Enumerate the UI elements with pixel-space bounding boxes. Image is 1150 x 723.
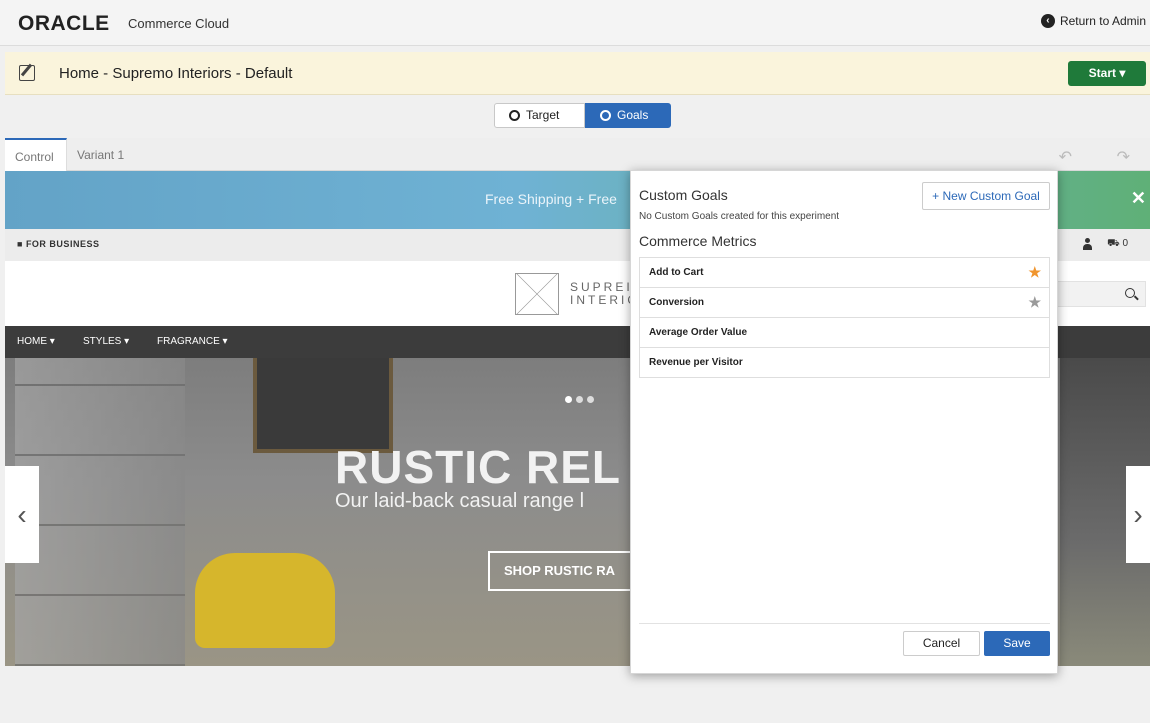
top-bar: ORACLE Commerce Cloud ‹ Return to Admin	[0, 0, 1150, 46]
product-name: Commerce Cloud	[128, 16, 230, 31]
save-button[interactable]: Save	[984, 631, 1050, 656]
search-icon[interactable]	[1125, 288, 1135, 298]
custom-goals-empty-text: No Custom Goals created for this experim…	[639, 211, 840, 222]
star-icon[interactable]: ★	[1028, 288, 1041, 317]
hero-chair-image	[195, 553, 335, 648]
new-custom-goal-button[interactable]: + New Custom Goal	[922, 182, 1050, 210]
mode-toggle: Target Goals	[494, 103, 671, 128]
return-label: Return to Admin	[1059, 14, 1146, 28]
nav-styles[interactable]: STYLES ▾	[83, 336, 129, 347]
carousel-next-icon[interactable]: ›	[1126, 466, 1150, 563]
metric-label: Conversion	[649, 297, 705, 308]
experiment-title: Home - Supremo Interiors - Default	[59, 65, 293, 82]
tab-control[interactable]: Control	[5, 138, 67, 171]
goals-label: Goals	[617, 108, 649, 122]
cart-icon: ⛟	[1107, 238, 1120, 249]
site-logo-line-2: INTERIC	[570, 293, 639, 307]
carousel-dot[interactable]	[565, 396, 572, 403]
experiment-bar: Home - Supremo Interiors - Default Start…	[5, 52, 1150, 95]
user-icon[interactable]	[1083, 238, 1092, 250]
hero-subtitle: Our laid-back casual range l	[335, 490, 585, 512]
custom-goals-title: Custom Goals	[639, 187, 728, 203]
page: ORACLE Commerce Cloud ‹ Return to Admin …	[0, 0, 1150, 723]
metric-add-to-cart[interactable]: Add to Cart ★	[639, 257, 1050, 288]
cart-link[interactable]: ⛟ 0	[1107, 238, 1128, 251]
carousel-dot[interactable]	[576, 396, 583, 403]
metric-label: Average Order Value	[649, 327, 748, 338]
metric-average-order-value[interactable]: Average Order Value	[639, 317, 1050, 348]
carousel-prev-icon[interactable]: ‹	[5, 466, 39, 563]
redo-icon[interactable]: ↷	[1117, 147, 1130, 167]
nav-home[interactable]: HOME ▾	[17, 336, 55, 347]
metric-label: Revenue per Visitor	[649, 357, 743, 368]
business-label: FOR BUSINESS	[25, 239, 100, 249]
back-arrow-icon: ‹	[1040, 14, 1055, 28]
star-icon[interactable]: ★	[1028, 258, 1041, 287]
variant-tabs: Control Variant 1 ↶ ↷	[5, 138, 1150, 171]
promo-text: Free Shipping + Free	[485, 191, 617, 207]
commerce-metrics-title: Commerce Metrics	[639, 233, 757, 249]
site-search-input[interactable]	[1054, 281, 1146, 307]
hero-chalkboard-image	[253, 358, 393, 453]
hero-shelf-image	[15, 358, 185, 666]
site-logo-icon	[515, 273, 559, 315]
site-logo-text: SUPREI INTERIC	[570, 281, 639, 307]
oracle-logo: ORACLE	[18, 12, 110, 35]
metric-revenue-per-visitor[interactable]: Revenue per Visitor	[639, 347, 1050, 378]
goals-button[interactable]: Goals	[585, 103, 671, 128]
start-button[interactable]: Start ▾	[1068, 61, 1146, 86]
carousel-dot[interactable]	[587, 396, 594, 403]
close-icon[interactable]: ✕	[1131, 188, 1146, 209]
undo-icon[interactable]: ↶	[1059, 147, 1072, 167]
goals-panel: Custom Goals No Custom Goals created for…	[630, 170, 1058, 674]
target-button[interactable]: Target	[494, 103, 585, 128]
hero-title: RUSTIC REL	[335, 441, 621, 493]
return-to-admin-link[interactable]: ‹ Return to Admin	[1040, 14, 1146, 28]
cart-count: 0	[1122, 238, 1128, 249]
nav-fragrance[interactable]: FRAGRANCE ▾	[157, 336, 228, 347]
target-circle-icon	[600, 110, 611, 121]
for-business-link[interactable]: ■ FOR BUSINESS	[17, 239, 99, 249]
hero-shop-button[interactable]: SHOP RUSTIC RA	[488, 551, 638, 591]
edit-icon[interactable]	[19, 65, 35, 81]
metric-label: Add to Cart	[649, 267, 704, 278]
target-label: Target	[526, 108, 560, 122]
globe-icon	[509, 110, 520, 121]
tab-variant-1[interactable]: Variant 1	[67, 138, 134, 171]
cancel-button[interactable]: Cancel	[903, 631, 980, 656]
panel-divider	[639, 623, 1050, 624]
metric-conversion[interactable]: Conversion ★	[639, 287, 1050, 318]
carousel-dots	[565, 396, 594, 403]
